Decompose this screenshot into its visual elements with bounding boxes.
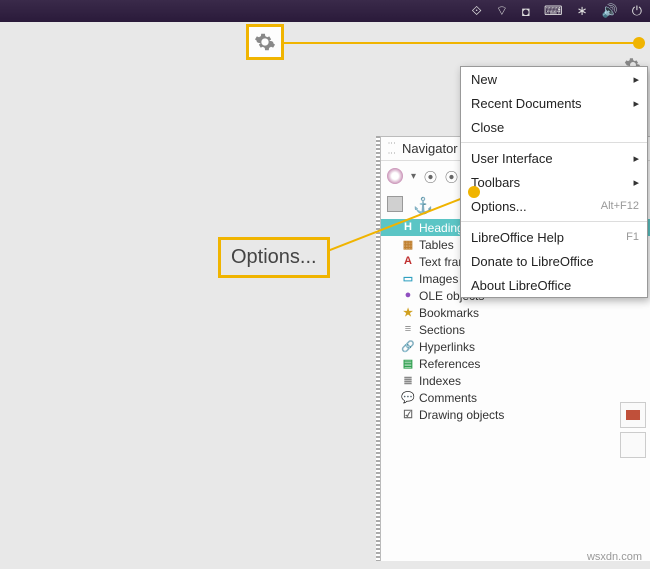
system-topbar: ⟐ ⌔ ◘ ⌨ ∗ 🔊 ⏻	[0, 0, 650, 22]
bluetooth-icon[interactable]: ∗	[577, 3, 588, 19]
link-icon: 🔗	[401, 340, 415, 354]
menu-separator	[461, 142, 647, 143]
side-button-1[interactable]	[620, 402, 646, 428]
menu-item-label: About LibreOffice	[471, 278, 571, 293]
text-icon: A	[401, 255, 415, 269]
draw-icon: ☑	[401, 408, 415, 422]
menu-item-libreoffice-help[interactable]: LibreOffice Help F1	[461, 225, 647, 249]
menu-item-label: Recent Documents	[471, 96, 582, 111]
annotation-dot-2	[468, 186, 480, 198]
menu-item-label: Options...	[471, 199, 527, 214]
dropbox-icon[interactable]: ⟐	[472, 3, 482, 19]
annotation-connector-1	[284, 42, 638, 44]
menu-item-label: Donate to LibreOffice	[471, 254, 594, 269]
watermark: wsxdn.com	[587, 551, 642, 563]
compass-icon[interactable]	[387, 168, 403, 184]
section-icon: ≡	[401, 323, 415, 337]
dropdown-arrow-icon[interactable]: ▾	[411, 171, 416, 182]
menu-item-label: New	[471, 72, 497, 87]
menu-item-label: Close	[471, 120, 504, 135]
annotation-options-label: Options...	[218, 237, 330, 278]
power-icon[interactable]: ⏻	[632, 3, 642, 19]
menu-item-options-[interactable]: Options... Alt+F12	[461, 194, 647, 218]
menu-item-close[interactable]: Close	[461, 115, 647, 139]
menu-shortcut: F1	[626, 231, 639, 243]
tree-item-label: Bookmarks	[419, 306, 479, 320]
tree-item-hyperlinks[interactable]: 🔗 Hyperlinks	[381, 338, 650, 355]
nav-next-icon[interactable]: ⦿	[445, 167, 458, 186]
shield-icon[interactable]: ◘	[522, 4, 530, 19]
menu-separator	[461, 221, 647, 222]
tree-item-label: References	[419, 357, 480, 371]
bookmark-icon: ★	[401, 306, 415, 320]
tree-item-references[interactable]: ▤ References	[381, 355, 650, 372]
tree-item-indexes[interactable]: ≣ Indexes	[381, 372, 650, 389]
menu-item-label: LibreOffice Help	[471, 230, 564, 245]
image-icon: ▭	[401, 272, 415, 286]
wifi-icon[interactable]: ⌔	[496, 3, 508, 19]
tree-item-bookmarks[interactable]: ★ Bookmarks	[381, 304, 650, 321]
menu-item-user-interface[interactable]: User Interface	[461, 146, 647, 170]
menu-item-donate-to-libreoffice[interactable]: Donate to LibreOffice	[461, 249, 647, 273]
keyboard-icon[interactable]: ⌨	[544, 3, 563, 19]
tree-item-sections[interactable]: ≡ Sections	[381, 321, 650, 338]
menu-item-recent-documents[interactable]: Recent Documents	[461, 91, 647, 115]
tree-item-label: Comments	[419, 391, 477, 405]
annotation-dot-1	[633, 37, 645, 49]
tree-item-drawing-objects[interactable]: ☑ Drawing objects	[381, 406, 650, 423]
annotation-connector-2	[325, 192, 473, 252]
ref-icon: ▤	[401, 357, 415, 371]
menu-item-label: User Interface	[471, 151, 553, 166]
gear-icon[interactable]	[254, 31, 276, 53]
tree-item-comments[interactable]: 💬 Comments	[381, 389, 650, 406]
side-button-compass[interactable]	[620, 432, 646, 458]
tree-item-label: Indexes	[419, 374, 461, 388]
menu-shortcut: Alt+F12	[601, 200, 639, 212]
gear-dropdown-menu: New Recent Documents Close User Interface To…	[460, 66, 648, 298]
tree-item-label: Drawing objects	[419, 408, 504, 422]
comment-icon: 💬	[401, 391, 415, 405]
gear-highlight-box	[246, 24, 284, 60]
tree-item-label: Sections	[419, 323, 465, 337]
volume-icon[interactable]: 🔊	[602, 3, 618, 19]
navigator-title: Navigator	[402, 141, 458, 156]
menu-item-toolbars[interactable]: Toolbars	[461, 170, 647, 194]
drag-dots-icon[interactable]: ⋮⋮	[387, 139, 396, 159]
ole-icon: ●	[401, 289, 415, 303]
menu-item-about-libreoffice[interactable]: About LibreOffice	[461, 273, 647, 297]
menu-item-new[interactable]: New	[461, 67, 647, 91]
sidebar-buttons	[620, 402, 646, 462]
tree-item-label: Hyperlinks	[419, 340, 475, 354]
tree-item-label: Images	[419, 272, 458, 286]
index-icon: ≣	[401, 374, 415, 388]
nav-prev-icon[interactable]: ⦿	[424, 167, 437, 186]
